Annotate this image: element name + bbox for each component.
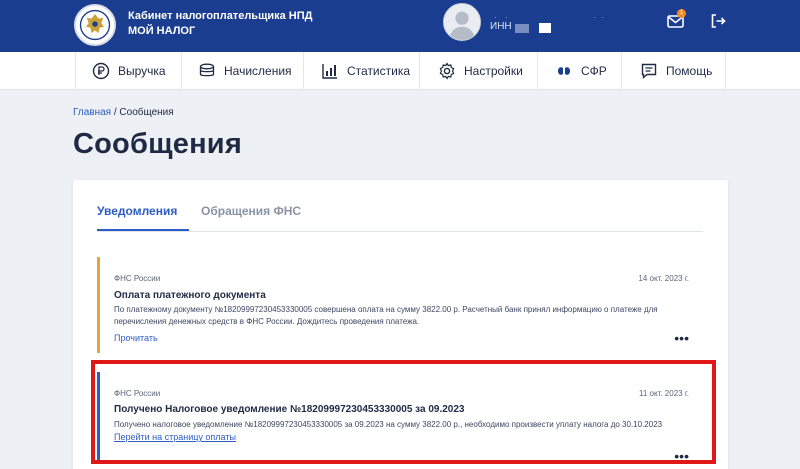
message-sender: ФНС России: [114, 274, 161, 283]
notification-badge: 1: [677, 9, 686, 18]
nav-divider: [621, 52, 622, 90]
message-sender: ФНС России: [114, 389, 161, 398]
nav-divider: [303, 52, 304, 90]
message-accent-bar: [97, 372, 100, 464]
nav-item-help[interactable]: Помощь: [640, 52, 712, 90]
nav-label: Статистика: [347, 64, 411, 78]
nav-item-sfr[interactable]: СФР: [555, 52, 607, 90]
brand-title[interactable]: Кабинет налогоплательщика НПД МОЙ НАЛОГ: [128, 9, 312, 39]
message-date: 11 окт. 2023 г.: [639, 389, 689, 398]
emblem-icon: [74, 4, 116, 46]
inn-redacted-block: [539, 23, 551, 33]
help-chat-icon: [641, 63, 657, 80]
nav-label: Выручка: [118, 64, 166, 78]
avatar-icon[interactable]: [443, 3, 481, 41]
logout-icon[interactable]: [709, 12, 727, 30]
nav-label: СФР: [581, 64, 607, 78]
redacted-dots: ·: [601, 12, 604, 22]
message-date: 14 окт. 2023 г.: [638, 274, 689, 283]
breadcrumb-current: Сообщения: [119, 107, 174, 118]
nav-divider: [181, 52, 182, 90]
brand-line-2: МОЙ НАЛОГ: [128, 25, 196, 37]
go-to-payment-link[interactable]: Перейти на страницу оплаты: [114, 432, 236, 442]
inn-label: ИНН: [490, 21, 512, 32]
nav-item-settings[interactable]: Настройки: [438, 52, 523, 90]
nav-divider: [537, 52, 538, 90]
tab-notifications[interactable]: Уведомления: [97, 204, 177, 218]
tabs-divider: [97, 231, 703, 232]
ruble-icon: [92, 62, 110, 80]
message-text: Получено налоговое уведомление №18209997…: [114, 420, 663, 429]
top-header: Кабинет налогоплательщика НПД МОЙ НАЛОГ …: [0, 0, 800, 52]
coins-icon: [199, 63, 215, 77]
more-options-button[interactable]: •••: [674, 449, 689, 463]
message-title: Оплата платежного документа: [114, 290, 266, 301]
nav-item-statistics[interactable]: Статистика: [321, 52, 410, 90]
message-item: ФНС России 11 окт. 2023 г. Получено Нало…: [97, 372, 703, 464]
sfr-logo-icon: [558, 66, 570, 76]
message-title: Получено Налоговое уведомление №18209997…: [114, 404, 465, 415]
tab-fns-requests[interactable]: Обращения ФНС: [201, 204, 301, 218]
main-nav: Выручка Начисления Статистика Настройки: [0, 52, 800, 90]
breadcrumb-home-link[interactable]: Главная: [73, 107, 111, 118]
nav-item-charges[interactable]: Начисления: [198, 52, 292, 90]
chart-icon: [322, 64, 337, 79]
nav-label: Настройки: [464, 64, 523, 78]
message-item: ФНС России 14 окт. 2023 г. Оплата платеж…: [97, 257, 703, 353]
nav-divider: [725, 52, 726, 90]
nav-item-revenue[interactable]: Выручка: [92, 52, 166, 90]
read-link[interactable]: Прочитать: [114, 333, 158, 343]
nav-divider: [419, 52, 420, 90]
breadcrumb: Главная / Сообщения: [73, 107, 174, 118]
brand-line-1: Кабинет налогоплательщика НПД: [128, 10, 313, 22]
inn-redacted-block: [515, 24, 529, 33]
more-options-button[interactable]: •••: [674, 331, 689, 345]
nav-divider: [75, 52, 76, 90]
message-accent-bar: [97, 257, 100, 353]
nav-label: Начисления: [224, 64, 292, 78]
gear-icon: [439, 62, 455, 80]
redacted-dots: ·: [593, 12, 596, 22]
nav-label: Помощь: [666, 64, 713, 78]
page-title: Сообщения: [73, 128, 242, 160]
message-text: По платежному документу №182099972304533…: [114, 305, 658, 326]
